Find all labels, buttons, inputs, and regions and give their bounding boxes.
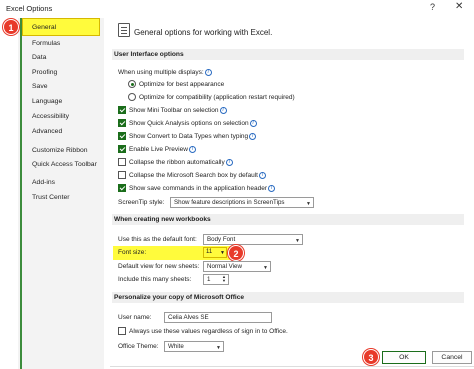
sidebar-item-save[interactable]: Save	[32, 83, 48, 90]
info-icon: i	[268, 185, 276, 192]
sidebar-item-accessibility[interactable]: Accessibility	[32, 113, 69, 120]
default-view-select[interactable]: Normal View ▼	[203, 261, 271, 272]
convert-types-label: Show Convert to Data Types when typing i	[129, 133, 257, 140]
default-font-label: Use this as the default font:	[118, 236, 197, 243]
callout-3: 3	[363, 349, 379, 365]
username-input[interactable]: Celia Alves SE	[164, 312, 272, 323]
collapse-ribbon-label: Collapse the ribbon automatically i	[129, 159, 233, 166]
chevron-down-icon: ▼	[216, 345, 221, 351]
spin-arrows-icon: ▲ ▼	[222, 274, 226, 283]
footer-divider	[110, 366, 474, 367]
sidebar-item-language[interactable]: Language	[32, 98, 62, 105]
page-title: General options for working with Excel.	[134, 28, 273, 37]
info-icon: i	[188, 146, 196, 153]
font-size-select[interactable]: 11 ▼	[203, 247, 227, 258]
office-theme-label: Office Theme:	[118, 343, 159, 350]
callout-1: 1	[3, 19, 19, 35]
optimize-appearance-radio[interactable]	[128, 80, 136, 88]
title-bar	[0, 0, 474, 17]
collapse-search-label: Collapse the Microsoft Search box by def…	[129, 172, 266, 179]
quick-analysis-label: Show Quick Analysis options on selection…	[129, 120, 257, 127]
info-icon: i	[219, 107, 227, 114]
username-label: User name:	[118, 314, 152, 321]
mini-toolbar-label: Show Mini Toolbar on selection i	[129, 107, 227, 114]
screentip-select[interactable]: Show feature descriptions in ScreenTips ▼	[170, 197, 314, 208]
info-icon: i	[249, 133, 257, 140]
general-options-icon	[118, 23, 130, 37]
annotation-line	[20, 18, 22, 369]
save-commands-checkbox[interactable]	[118, 184, 126, 192]
sidebar-item-general[interactable]: General	[32, 24, 56, 31]
section-header-ui-options: User Interface options	[112, 49, 464, 60]
sidebar-item-quick-access-toolbar[interactable]: Quick Access Toolbar	[32, 161, 97, 168]
convert-types-checkbox[interactable]	[118, 132, 126, 140]
font-size-label: Font size:	[118, 249, 147, 256]
window-title: Excel Options	[6, 4, 53, 13]
save-commands-label: Show save commands in the application he…	[129, 185, 276, 192]
optimize-appearance-label: Optimize for best appearance	[139, 81, 225, 88]
optimize-compat-radio[interactable]	[128, 93, 136, 101]
sheets-count-label: Include this many sheets:	[118, 276, 192, 283]
always-use-checkbox[interactable]	[118, 327, 126, 335]
screentip-label: ScreenTip style:	[118, 199, 165, 206]
sidebar-item-add-ins[interactable]: Add-ins	[32, 179, 55, 186]
sidebar-item-proofing[interactable]: Proofing	[32, 69, 57, 76]
section-header-new-workbooks: When creating new workbooks	[112, 214, 464, 225]
office-theme-select[interactable]: White ▼	[164, 341, 224, 352]
chevron-down-icon: ▼	[220, 250, 225, 256]
info-icon: i	[258, 172, 266, 179]
cancel-button[interactable]: Cancel	[432, 351, 472, 364]
ok-button[interactable]: OK	[382, 351, 426, 364]
collapse-search-checkbox[interactable]	[118, 171, 126, 179]
chevron-down-icon: ▼	[295, 238, 300, 244]
optimize-compat-label: Optimize for compatibility (application …	[139, 94, 295, 101]
info-icon: i	[225, 159, 233, 166]
default-view-label: Default view for new sheets:	[118, 263, 200, 270]
default-font-select[interactable]: Body Font ▼	[203, 234, 303, 245]
mini-toolbar-checkbox[interactable]	[118, 106, 126, 114]
sheets-count-stepper[interactable]: 1 ▲ ▼	[203, 274, 229, 285]
sidebar-item-trust-center[interactable]: Trust Center	[32, 194, 70, 201]
multiple-displays-label: When using multiple displays: i	[118, 69, 212, 76]
section-header-personalize: Personalize your copy of Microsoft Offic…	[112, 292, 464, 303]
info-icon: i	[204, 69, 212, 76]
info-icon: i	[249, 120, 257, 127]
chevron-down-icon: ▼	[263, 265, 268, 271]
collapse-ribbon-checkbox[interactable]	[118, 158, 126, 166]
help-button[interactable]: ?	[430, 2, 435, 12]
sidebar-item-formulas[interactable]: Formulas	[32, 40, 60, 47]
callout-2: 2	[228, 245, 244, 261]
sidebar-item-advanced[interactable]: Advanced	[32, 128, 62, 135]
sidebar-item-customize-ribbon[interactable]: Customize Ribbon	[32, 147, 88, 154]
always-use-label: Always use these values regardless of si…	[129, 328, 288, 335]
live-preview-label: Enable Live Preview i	[129, 146, 196, 153]
close-button[interactable]: ✕	[455, 1, 463, 12]
quick-analysis-checkbox[interactable]	[118, 119, 126, 127]
live-preview-checkbox[interactable]	[118, 145, 126, 153]
chevron-down-icon: ▼	[306, 201, 311, 207]
sidebar-item-data[interactable]: Data	[32, 54, 46, 61]
